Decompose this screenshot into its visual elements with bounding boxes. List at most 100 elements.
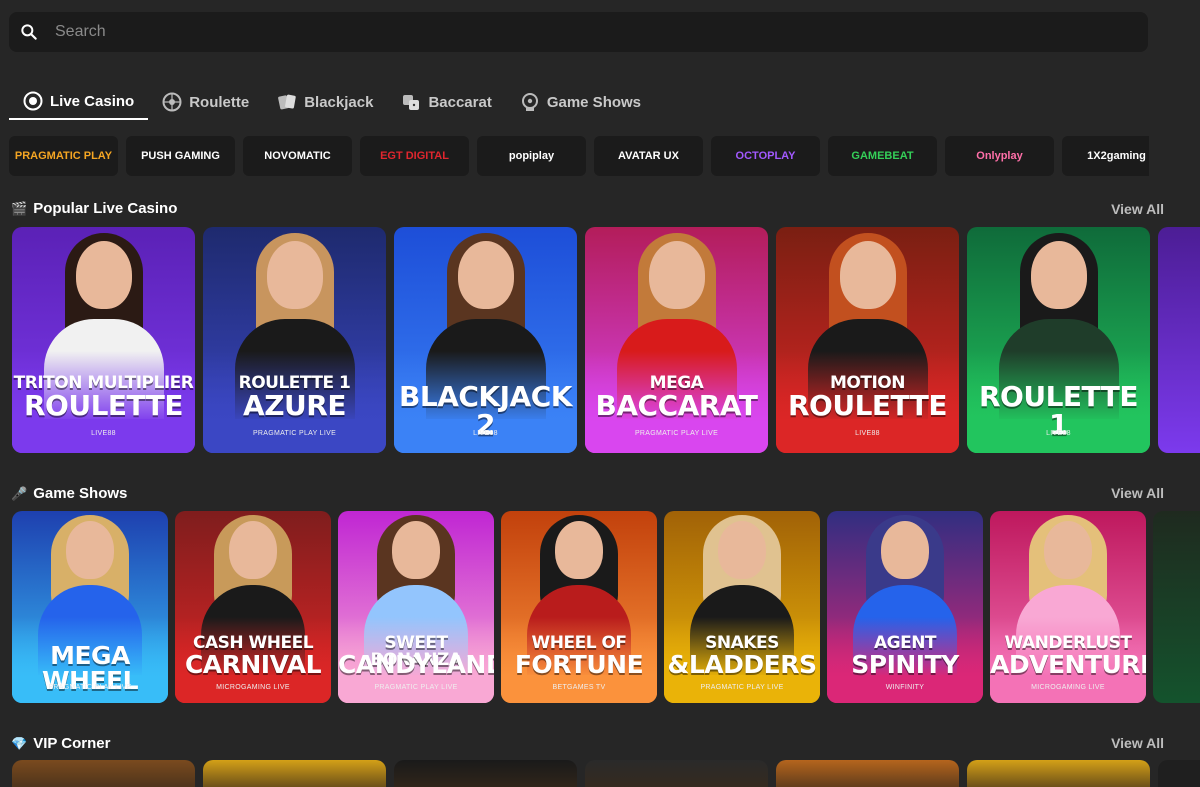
game-card[interactable] <box>203 760 386 787</box>
provider-name: GAMEBEAT <box>851 150 914 162</box>
game-card[interactable]: BLACKJACK 2 LIVE88 <box>394 227 577 453</box>
tab-game-shows[interactable]: Game Shows <box>506 84 655 120</box>
provider-name: AVATAR UX <box>618 150 679 162</box>
dealer-face <box>266 241 323 309</box>
game-card[interactable]: MEGA BACCARAT PRAGMATIC PLAY LIVE <box>585 227 768 453</box>
game-card[interactable]: ROULETTE 1 AZURE PRAGMATIC PLAY LIVE <box>203 227 386 453</box>
game-card[interactable]: WANDERLUST ADVENTURE MICROGAMING LIVE <box>990 511 1146 703</box>
roulette-icon <box>162 92 182 112</box>
dealer-face <box>1030 241 1087 309</box>
dealer-face <box>75 241 132 309</box>
game-card[interactable]: MOTION ROULETTE LIVE88 <box>776 227 959 453</box>
tab-blackjack[interactable]: Blackjack <box>263 84 387 120</box>
game-card[interactable]: WHEEL OF FORTUNE BETGAMES TV <box>501 511 657 703</box>
game-title: FORTUNE <box>514 650 644 679</box>
tab-label: Baccarat <box>428 93 492 111</box>
tab-label: Game Shows <box>546 93 642 111</box>
game-card-partial[interactable] <box>1158 760 1200 787</box>
provider-logo[interactable]: PUSH GAMING <box>126 136 235 176</box>
vip-games-row <box>12 760 1200 787</box>
game-card[interactable]: MEGA WHEEL PRAGMATIC PLAY LIVE <box>12 511 168 703</box>
provider-logo[interactable]: AVATAR UX <box>594 136 703 176</box>
game-card[interactable] <box>12 760 195 787</box>
game-title: CARNIVAL <box>184 650 322 679</box>
view-all-vip[interactable]: View All <box>1111 735 1164 751</box>
dealer-face <box>229 521 277 579</box>
game-provider: PRAGMATIC PLAY LIVE <box>252 430 337 437</box>
game-provider: PRAGMATIC PLAY LIVE <box>374 684 458 691</box>
dealer-face <box>839 241 896 309</box>
view-all-shows[interactable]: View All <box>1111 485 1164 501</box>
provider-name: Onlyplay <box>976 150 1023 162</box>
game-card-partial[interactable] <box>1153 511 1200 703</box>
game-card[interactable]: CASH WHEEL CARNIVAL MICROGAMING LIVE <box>175 511 331 703</box>
game-provider: LIVE88 <box>855 430 880 437</box>
game-provider: MICROGAMING LIVE <box>216 684 290 691</box>
provider-name: 1X2gaming <box>1087 150 1146 162</box>
microphone-icon: 🎤 <box>11 485 28 501</box>
dealer-face <box>555 521 603 579</box>
dealer-face <box>392 521 440 579</box>
game-card[interactable]: TRITON MULTIPLIER ROULETTE LIVE88 <box>12 227 195 453</box>
search-bar[interactable] <box>9 12 1148 52</box>
game-provider: LIVE88 <box>1046 430 1071 437</box>
diamond-icon: 💎 <box>11 735 28 751</box>
tab-label: Live Casino <box>50 92 135 110</box>
provider-name: popiplay <box>508 150 555 162</box>
section-heading: Popular Live Casino <box>33 200 178 217</box>
tab-baccarat[interactable]: Baccarat <box>387 84 505 120</box>
game-shows-row: MEGA WHEEL PRAGMATIC PLAY LIVE CASH WHEEL C… <box>12 511 1200 703</box>
game-card[interactable] <box>394 760 577 787</box>
section-heading: VIP Corner <box>33 735 111 752</box>
popular-games-row: TRITON MULTIPLIER ROULETTE LIVE88 ROULETTE … <box>12 227 1200 453</box>
provider-logo[interactable]: popiplay <box>477 136 586 176</box>
provider-name: OCTOPLAY <box>735 150 796 162</box>
game-title: CANDYLAND <box>338 650 494 679</box>
clapper-icon: 🎬 <box>11 200 28 216</box>
game-card[interactable]: SWEET BONANZA CANDYLAND PRAGMATIC PLAY LIV… <box>338 511 494 703</box>
game-provider: WINFINITY <box>885 684 925 691</box>
tab-label: Blackjack <box>304 93 374 111</box>
search-input[interactable] <box>55 23 1055 41</box>
cards-icon <box>277 92 297 112</box>
game-card[interactable] <box>967 760 1150 787</box>
game-provider: BETGAMES TV <box>552 684 606 691</box>
section-heading: Game Shows <box>33 485 128 502</box>
provider-logo[interactable]: Onlyplay <box>945 136 1054 176</box>
provider-logo[interactable]: EGT DIGITAL <box>360 136 469 176</box>
game-title: ROULETTE <box>23 389 184 422</box>
provider-logo[interactable]: OCTOPLAY <box>711 136 820 176</box>
section-title-popular: 🎬 Popular Live Casino <box>11 200 177 217</box>
dealer-face <box>457 241 514 309</box>
game-provider: MICROGAMING LIVE <box>1031 684 1105 691</box>
provider-logo[interactable]: NOVOMATIC <box>243 136 352 176</box>
game-title: AZURE <box>243 389 346 422</box>
dealer-face <box>718 521 766 579</box>
game-provider: LIVE88 <box>91 430 116 437</box>
dealer-face <box>881 521 929 579</box>
game-title: ADVENTURE <box>990 650 1146 679</box>
game-card[interactable]: SNAKES &LADDERS PRAGMATIC PLAY LIVE <box>664 511 820 703</box>
game-card[interactable]: AGENT SPINITY WINFINITY <box>827 511 983 703</box>
game-provider: LIVE88 <box>473 430 498 437</box>
provider-strip: PRAGMATIC PLAY PUSH GAMING NOVOMATIC EGT DI… <box>9 136 1149 178</box>
provider-logo[interactable]: 1X2gaming <box>1062 136 1149 176</box>
provider-logo[interactable]: PRAGMATIC PLAY <box>9 136 118 176</box>
wheel-icon <box>520 92 540 112</box>
dealer-face <box>1044 521 1092 579</box>
tab-roulette[interactable]: Roulette <box>148 84 263 120</box>
tab-live-casino[interactable]: Live Casino <box>9 84 149 120</box>
game-card[interactable]: ROULETTE 1 LIVE88 <box>967 227 1150 453</box>
game-card[interactable] <box>585 760 768 787</box>
game-title: SPINITY <box>851 650 959 679</box>
dealer-face <box>66 521 114 579</box>
view-all-popular[interactable]: View All <box>1111 201 1164 217</box>
game-card-partial[interactable] <box>1158 227 1200 453</box>
provider-logo[interactable]: GAMEBEAT <box>828 136 937 176</box>
category-tabs: Live Casino Roulette Blackjack Baccarat Game… <box>9 84 655 122</box>
game-provider: PRAGMATIC PLAY LIVE <box>48 684 132 691</box>
game-provider: PRAGMATIC PLAY LIVE <box>634 430 719 437</box>
game-card[interactable] <box>776 760 959 787</box>
chip-icon <box>23 91 43 111</box>
provider-name: NOVOMATIC <box>264 150 331 162</box>
